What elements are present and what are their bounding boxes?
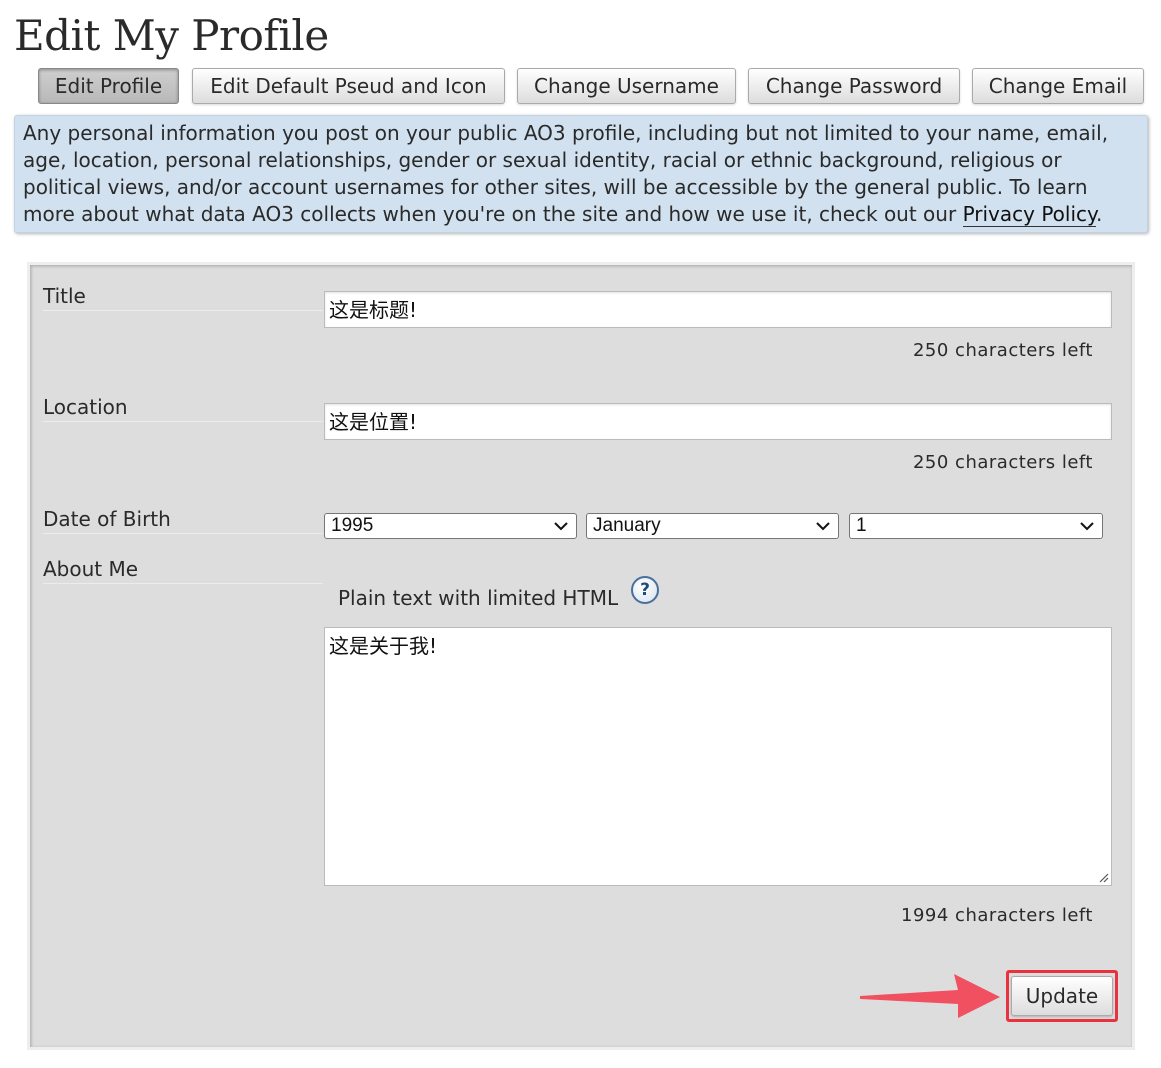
title-label: Title <box>43 283 323 311</box>
chevron-down-icon <box>1080 522 1094 531</box>
chevron-down-icon <box>816 522 830 531</box>
change-username-button[interactable]: Change Username <box>517 68 736 104</box>
privacy-notice-text: Any personal information you post on you… <box>23 121 1109 226</box>
title-chars-left: 250 characters left <box>912 340 1093 361</box>
change-email-button[interactable]: Change Email <box>972 68 1144 104</box>
privacy-policy-link[interactable]: Privacy Policy <box>962 202 1097 227</box>
chevron-down-icon <box>554 522 568 531</box>
birth-month-select[interactable]: January <box>586 513 839 539</box>
title-input[interactable]: 这是标题! <box>324 291 1112 328</box>
page-title: Edit My Profile <box>14 11 329 60</box>
edit-default-pseud-button[interactable]: Edit Default Pseud and Icon <box>192 68 505 104</box>
about-me-value: 这是关于我! <box>329 634 438 658</box>
update-button[interactable]: Update <box>1011 976 1113 1016</box>
privacy-notice: Any personal information you post on you… <box>14 115 1148 233</box>
resize-grip-icon[interactable] <box>1097 871 1109 883</box>
location-chars-left: 250 characters left <box>912 452 1093 473</box>
arrow-right-icon <box>860 974 1000 1018</box>
birth-day-value: 1 <box>856 515 867 536</box>
help-icon[interactable]: ? <box>631 576 659 604</box>
privacy-notice-trailing: . <box>1096 202 1103 226</box>
about-me-textarea[interactable]: 这是关于我! <box>324 627 1112 886</box>
about-me-chars-left: 1994 characters left <box>901 905 1093 926</box>
format-note: Plain text with limited HTML <box>338 586 619 610</box>
birth-year-value: 1995 <box>331 515 374 536</box>
birth-day-select[interactable]: 1 <box>849 513 1103 539</box>
birth-year-select[interactable]: 1995 <box>324 513 577 539</box>
date-of-birth-label: Date of Birth <box>43 506 323 534</box>
location-input[interactable]: 这是位置! <box>324 403 1112 440</box>
birth-month-value: January <box>593 515 661 536</box>
change-password-button[interactable]: Change Password <box>748 68 960 104</box>
about-me-label: About Me <box>43 556 323 584</box>
edit-profile-button[interactable]: Edit Profile <box>38 68 179 104</box>
location-label: Location <box>43 394 323 422</box>
